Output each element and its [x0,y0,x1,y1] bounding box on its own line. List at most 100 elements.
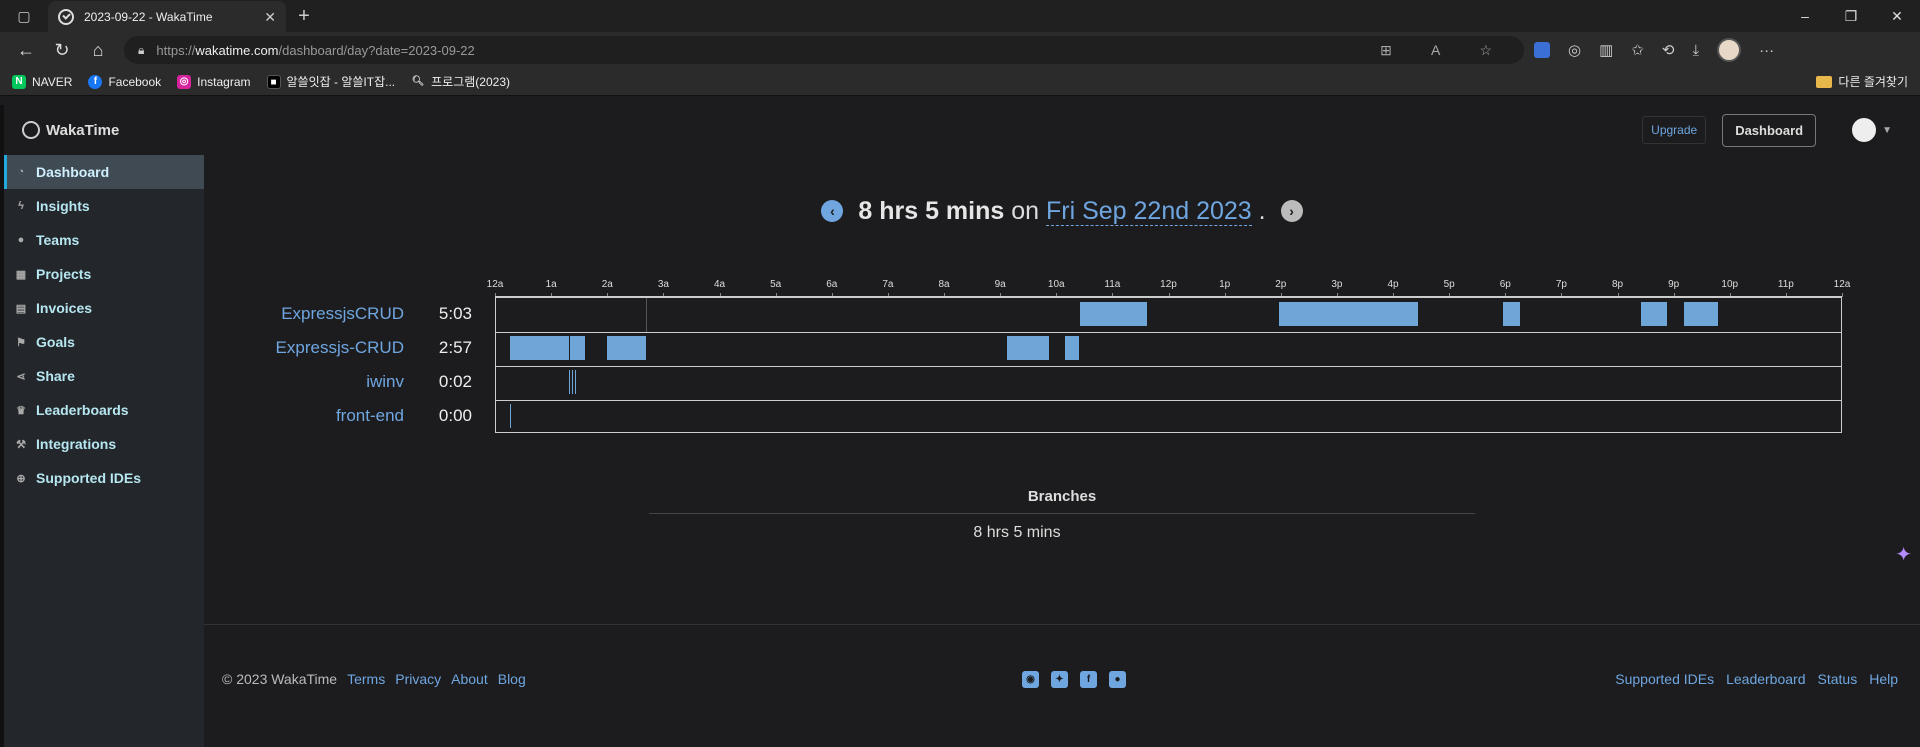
browser-tab[interactable]: 2023-09-22 - WakaTime ✕ [48,1,286,33]
extension-icon[interactable] [1534,42,1550,58]
footer-copyright: © 2023 WakaTime [222,671,338,687]
user-avatar[interactable] [1852,118,1877,142]
other-bookmarks[interactable]: 다른 즐겨찾기 [1816,73,1908,90]
footer-link-leaderboard[interactable]: Leaderboard [1726,671,1805,687]
bookmark-naver[interactable]: N NAVER [12,74,72,89]
close-window-icon[interactable]: ✕ [1874,0,1920,32]
activity-segment[interactable] [1079,302,1148,326]
split-screen-icon[interactable]: ▥ [1599,41,1613,59]
github-icon[interactable]: ◉ [1022,670,1039,688]
download-icon[interactable]: ⤓ [1692,42,1699,59]
lock-icon[interactable]: 🔒︎ [138,43,144,58]
activity-segment[interactable] [570,336,585,360]
activity-segment[interactable] [1640,302,1668,326]
sidebar-item-invoices[interactable]: ▤ Invoices [4,291,204,325]
url-path: /dashboard/day?date=2023-09-22 [278,42,475,58]
previous-day-icon[interactable]: ‹ [821,200,844,222]
activity-segment[interactable] [1278,302,1418,326]
home-icon[interactable]: ⌂ [80,40,116,61]
back-icon[interactable]: ← [8,40,44,61]
project-name-link[interactable]: ExpressjsCRUD [204,304,404,324]
footer-link-about[interactable]: About [451,671,488,687]
activity-segment[interactable] [572,370,574,394]
refresh-icon[interactable]: ↻ [44,40,80,61]
project-name-link[interactable]: Expressjs-CRUD [204,338,404,358]
sidebar-item-share[interactable]: ⋖ Share [4,359,204,393]
bookmark-instagram[interactable]: ◎ Instagram [177,74,251,89]
facebook-icon[interactable]: f [1080,670,1097,688]
footer-link-privacy[interactable]: Privacy [395,671,441,687]
footer-link-status[interactable]: Status [1818,671,1858,687]
sidebar-item-supported-ides[interactable]: ⊕ Supported IDEs [4,461,204,495]
twitter-icon[interactable]: ✦ [1051,670,1068,688]
project-row: front-end 0:00 [204,399,494,433]
restore-icon[interactable]: ❐ [1828,0,1874,32]
bookmark-label: Instagram [197,74,251,89]
site-icon: ■ [266,74,281,89]
url-host: wakatime.com [195,42,279,58]
date-picker[interactable]: Fri Sep 22nd 2023 [1046,197,1252,226]
hour-tick-label: 2p [1275,279,1287,290]
footer-divider [204,624,1920,625]
sidebar-item-insights[interactable]: ϟ Insights [4,189,204,223]
sidebar-item-goals[interactable]: ⚑ Goals [4,325,204,359]
sidebar-item-integrations[interactable]: ⚒ Integrations [4,427,204,461]
bookmark-label: 알쓸잇잡 - 알쓸IT잡... [286,75,396,89]
bookmark-facebook[interactable]: f Facebook [88,74,161,89]
hour-tick-label: 10p [1721,279,1739,290]
sidebar-item-label: Leaderboards [36,402,129,418]
url-action-icons[interactable]: ⊞ A ☆ [1380,42,1510,59]
branches-title: Branches [1027,488,1097,505]
tab-actions-icon[interactable]: ▢ [0,0,48,32]
more-menu-icon[interactable]: ··· [1759,42,1774,59]
sidebar-item-projects[interactable]: ▦ Projects [4,257,204,291]
footer-link-terms[interactable]: Terms [347,671,385,687]
row-divider [496,332,1841,333]
next-day-icon[interactable]: › [1280,200,1303,222]
upgrade-button[interactable]: Upgrade [1642,116,1707,144]
profile-avatar[interactable] [1717,38,1742,62]
activity-segment[interactable] [1006,336,1049,360]
dashboard-button[interactable]: Dashboard [1722,113,1817,147]
naver-icon: N [12,74,26,89]
project-name-link[interactable]: iwinv [204,372,404,392]
footer-link-blog[interactable]: Blog [498,671,526,687]
chevron-down-icon[interactable]: ▼ [1882,125,1892,136]
glasses-extension-icon[interactable]: ◎ [1568,41,1581,59]
activity-segment[interactable] [574,370,576,394]
new-tab-button[interactable]: + [286,5,322,28]
plus-circle-icon: ⊕ [16,472,26,485]
url-bar[interactable]: 🔒︎ https://wakatime.com/dashboard/day?da… [124,36,1524,64]
activity-segment[interactable] [510,404,512,428]
close-tab-icon[interactable]: ✕ [264,9,276,26]
wakatime-logo[interactable]: WakaTime [22,121,119,139]
minimize-icon[interactable]: – [1782,0,1828,32]
footer-link-supported-ides[interactable]: Supported IDEs [1615,671,1714,687]
activity-segment[interactable] [510,336,569,360]
social-links: ◉ ✦ f ● [1022,670,1126,688]
bookmark-program[interactable]: 🔍︎ 프로그램(2023) [411,73,510,90]
sidebar-item-dashboard[interactable]: ◔ Dashboard [4,155,204,189]
sidebar-item-leaderboards[interactable]: ♛ Leaderboards [4,393,204,427]
sidebar-item-teams[interactable]: ● Teams [4,223,204,257]
activity-segment[interactable] [568,370,570,394]
activity-segment[interactable] [607,336,646,360]
other-bookmarks-label: 다른 즐겨찾기 [1838,75,1908,89]
hour-tick-label: 9a [994,279,1006,290]
favorites-icon[interactable]: ✩ [1631,41,1644,59]
project-name-link[interactable]: front-end [204,406,404,426]
activity-segment[interactable] [1064,336,1079,360]
day-dot: . [1258,197,1266,225]
sidebar-item-label: Goals [36,334,75,350]
sparkle-icon[interactable]: ✦ [1895,542,1912,567]
activity-segment[interactable] [1503,302,1521,326]
history-icon[interactable]: ⟲ [1662,41,1675,59]
activity-segment[interactable] [1684,302,1719,326]
sidebar-item-label: Integrations [36,436,117,452]
footer-link-help[interactable]: Help [1869,671,1898,687]
sidebar-item-label: Invoices [36,300,93,316]
bookmark-site[interactable]: ■ 알쓸잇잡 - 알쓸IT잡... [266,73,396,90]
reddit-icon[interactable]: ● [1109,670,1126,688]
file-icon: ▤ [15,302,27,315]
hour-tick-label: 4a [713,279,726,290]
